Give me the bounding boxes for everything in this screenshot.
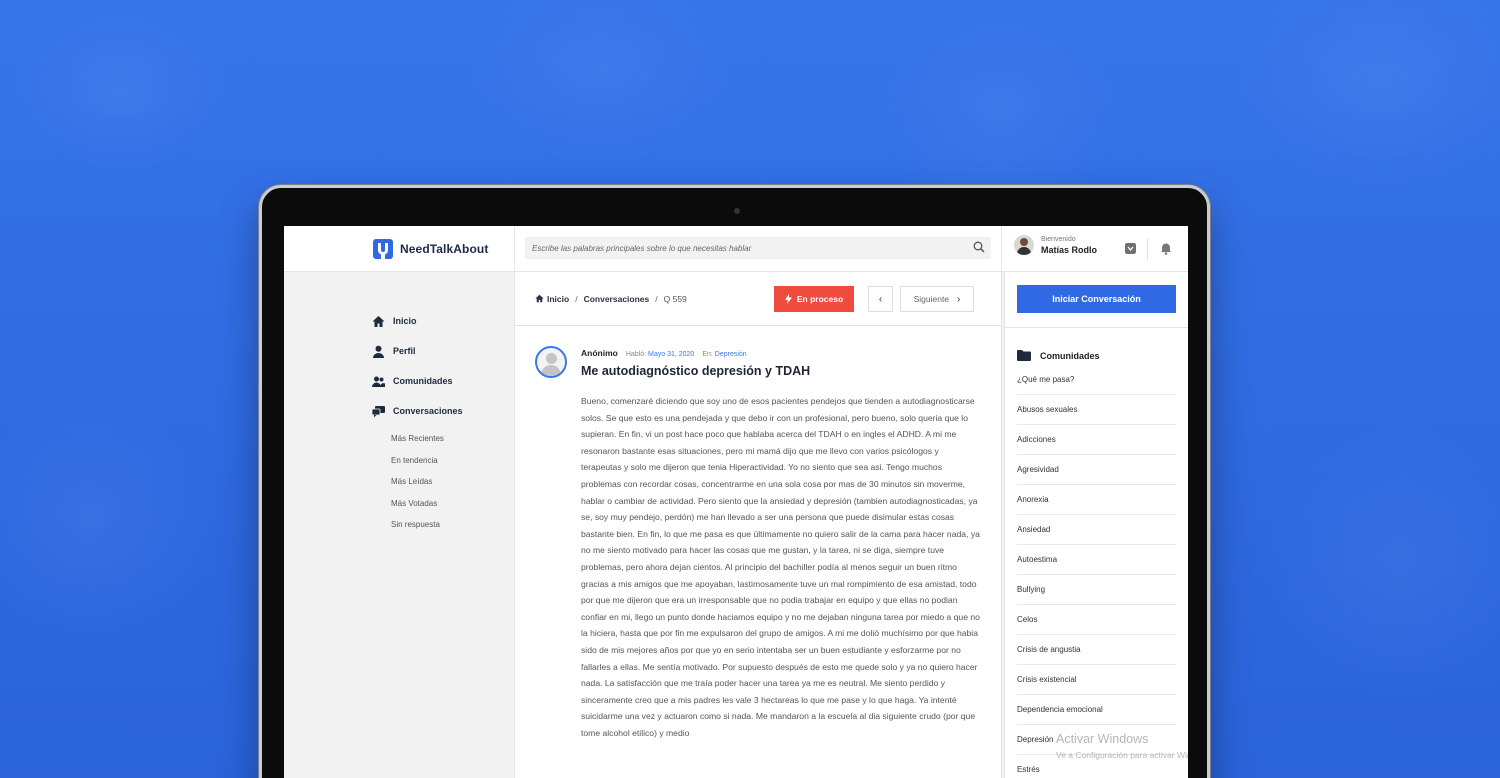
home-icon: [535, 294, 544, 303]
communities-list: ¿Qué me pasa? Abusos sexuales Adicciones…: [1017, 369, 1176, 778]
post-community-wrap: En: Depresión: [702, 351, 746, 358]
watermark-title: Activar Windows: [1056, 732, 1149, 746]
breadcrumb-section[interactable]: Conversaciones: [584, 294, 650, 304]
subnav-sin-respuesta[interactable]: Sin respuesta: [391, 514, 512, 536]
subnav-mas-recientes[interactable]: Más Recientes: [391, 428, 512, 450]
sidebar-item-inicio[interactable]: Inicio: [372, 306, 512, 336]
community-item[interactable]: Crisis existencial: [1017, 665, 1176, 695]
community-item[interactable]: Autoestima: [1017, 545, 1176, 575]
post-date-wrap: Habló: Mayo 31, 2020: [626, 351, 695, 358]
sidebar-item-label: Perfil: [393, 346, 416, 356]
post-meta: Anónimo Habló: Mayo 31, 2020 En: Depresi…: [581, 348, 981, 358]
post-title: Me autodiagnóstico depresión y TDAH: [581, 364, 811, 378]
start-conversation-button[interactable]: Iniciar Conversación: [1017, 285, 1176, 313]
subnav-en-tendencia[interactable]: En tendencia: [391, 450, 512, 472]
sidebar-item-comunidades[interactable]: Comunidades: [372, 366, 512, 396]
subnav-mas-leidas[interactable]: Más Leídas: [391, 471, 512, 493]
sidebar-item-label: Comunidades: [393, 376, 453, 386]
user-name: Matías Rodlo: [1041, 244, 1098, 255]
breadcrumb-current: Q 559: [663, 294, 687, 304]
app-name: NeedTalkAbout: [400, 242, 489, 256]
conversations-subnav: Más Recientes En tendencia Más Leídas Má…: [372, 428, 512, 536]
community-item[interactable]: Celos: [1017, 605, 1176, 635]
community-item[interactable]: Dependencia emocional: [1017, 695, 1176, 725]
sidebar-item-conversaciones[interactable]: Conversaciones: [372, 396, 512, 426]
user-icon: [373, 345, 384, 358]
breadcrumb-home-label: Inicio: [547, 294, 570, 304]
post-body: Bueno, comenzaré diciendo que soy uno de…: [581, 396, 980, 738]
community-item[interactable]: Crisis de angustia: [1017, 635, 1176, 665]
status-label: En proceso: [796, 294, 844, 304]
author-avatar: [535, 346, 567, 378]
previous-button[interactable]: ‹: [868, 286, 893, 312]
conversation-header: Inicio / Conversaciones / Q 559 En proce…: [515, 272, 1001, 326]
breadcrumb-separator: /: [655, 294, 658, 304]
camera: [734, 208, 740, 214]
community-item[interactable]: Anorexia: [1017, 485, 1176, 515]
search-bar: [514, 226, 1002, 272]
community-item[interactable]: Agresividad: [1017, 455, 1176, 485]
breadcrumb-separator: /: [575, 294, 578, 304]
avatar[interactable]: [1014, 235, 1034, 255]
folder-icon: [1017, 350, 1031, 361]
next-label: Siguiente: [913, 294, 950, 304]
post-author: Anónimo: [581, 348, 618, 358]
subnav-mas-votadas[interactable]: Más Votadas: [391, 493, 512, 515]
laptop-frame: NeedTalkAbout Bienvenido Matías Rodlo: [259, 185, 1210, 778]
user-greeting: Bienvenido: [1041, 235, 1076, 243]
community-item[interactable]: Abusos sexuales: [1017, 395, 1176, 425]
right-sidebar: Iniciar Conversación Comunidades ¿Qué me…: [1004, 272, 1188, 778]
top-bar: NeedTalkAbout Bienvenido Matías Rodlo: [284, 226, 1188, 272]
search-icon[interactable]: [973, 241, 985, 253]
status-button[interactable]: En proceso: [774, 286, 854, 312]
sidebar-item-label: Inicio: [393, 316, 417, 326]
breadcrumb: Inicio / Conversaciones / Q 559: [535, 294, 687, 304]
community-item[interactable]: Ansiedad: [1017, 515, 1176, 545]
app-screen: NeedTalkAbout Bienvenido Matías Rodlo: [284, 226, 1188, 778]
watermark-subtitle: Ve a Configuración para activar Windows.: [1056, 750, 1188, 760]
breadcrumb-home[interactable]: Inicio: [535, 294, 569, 304]
post-date[interactable]: Mayo 31, 2020: [648, 351, 694, 358]
header-divider: [1147, 238, 1148, 260]
left-sidebar: Inicio Perfil Comunidades Conversaciones…: [372, 306, 512, 536]
next-button[interactable]: Siguiente ›: [900, 286, 974, 312]
cta-area: Iniciar Conversación: [1005, 272, 1188, 328]
users-icon: [372, 376, 385, 387]
inbox-dropdown-icon[interactable]: [1125, 243, 1136, 254]
home-icon: [372, 315, 385, 327]
chat-icon: [372, 405, 385, 417]
post: Anónimo Habló: Mayo 31, 2020 En: Depresi…: [515, 326, 1001, 741]
logo[interactable]: NeedTalkAbout: [372, 238, 488, 260]
user-info: Bienvenido Matías Rodlo: [1041, 236, 1097, 255]
sidebar-item-perfil[interactable]: Perfil: [372, 336, 512, 366]
chevron-right-icon: ›: [957, 293, 961, 305]
user-menu[interactable]: Bienvenido Matías Rodlo: [1014, 235, 1097, 255]
logo-icon: [373, 239, 393, 259]
community-item[interactable]: ¿Qué me pasa?: [1017, 369, 1176, 395]
search-input[interactable]: [525, 237, 991, 259]
community-item[interactable]: Adicciones: [1017, 425, 1176, 455]
lightning-icon: [784, 294, 792, 304]
community-item[interactable]: Bullying: [1017, 575, 1176, 605]
sidebar-item-label: Conversaciones: [393, 406, 463, 416]
communities-title: Comunidades: [1040, 350, 1100, 361]
date-prefix: Habló:: [625, 351, 647, 358]
main-content: Inicio / Conversaciones / Q 559 En proce…: [514, 272, 1002, 778]
windows-activation-watermark: Activar Windows Ve a Configuración para …: [1056, 732, 1188, 760]
post-community-link[interactable]: Depresión: [715, 351, 747, 358]
community-prefix: En:: [702, 351, 713, 358]
bell-icon[interactable]: [1160, 242, 1172, 255]
communities-header: Comunidades: [1017, 350, 1188, 361]
